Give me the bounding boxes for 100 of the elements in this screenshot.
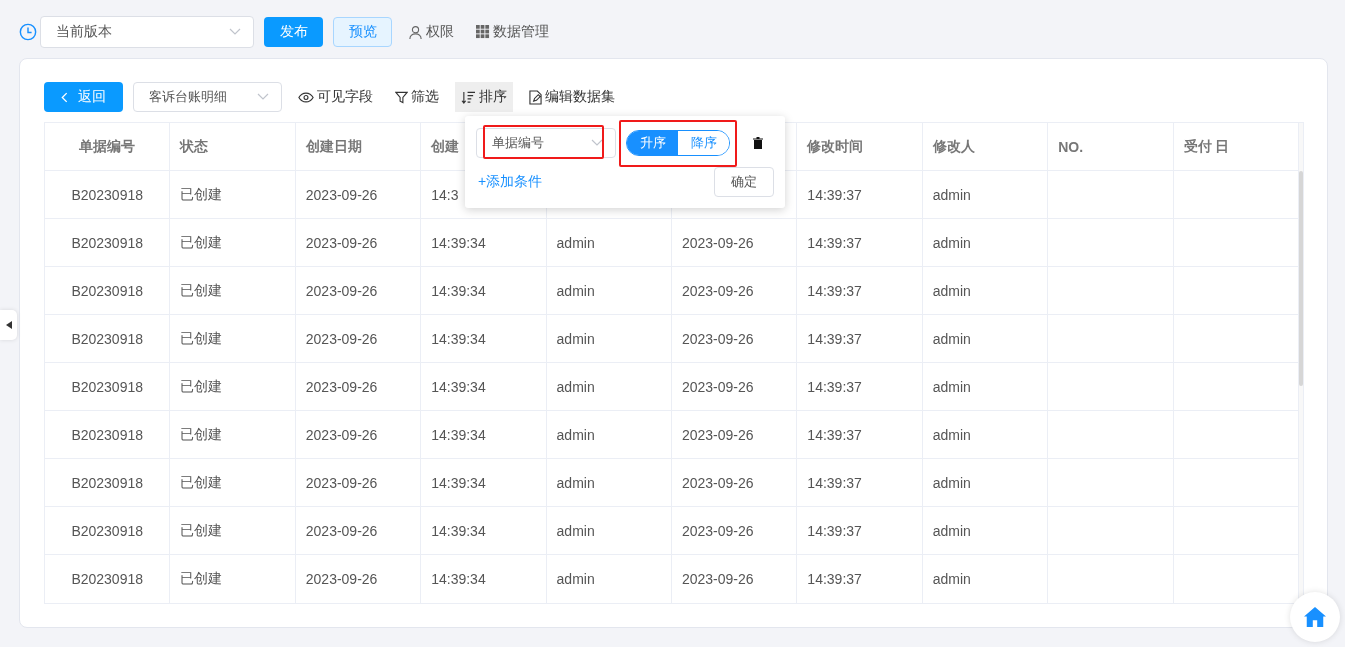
- table-cell: 2023-09-26: [305, 426, 378, 443]
- table-cell: 14:39:34: [431, 474, 486, 491]
- toolbar-button[interactable]: 可见字段: [292, 82, 379, 112]
- table-cell: admin: [932, 330, 971, 347]
- table-cell: 14:39:37: [807, 522, 862, 539]
- table-cell: 2023-09-26: [305, 186, 378, 203]
- table-cell: 14:39:37: [807, 234, 862, 251]
- table-cell: 14:39:34: [431, 571, 486, 587]
- table-cell: 14:39:37: [807, 571, 862, 587]
- table-cell: 已创建: [180, 570, 223, 588]
- table-cell: 已创建: [180, 281, 223, 300]
- table-cell: 已创建: [180, 233, 223, 252]
- trash-icon[interactable]: [753, 137, 763, 149]
- table-cell: admin: [932, 474, 971, 491]
- triangle-left-icon: [5, 321, 12, 329]
- toolbar-button[interactable]: 排序: [455, 82, 513, 112]
- data-management-button[interactable]: 数据管理: [470, 23, 555, 41]
- table-cell: 2023-09-26: [305, 522, 378, 539]
- table-cell: 2023-09-26: [305, 378, 378, 395]
- chevron-left-icon: [61, 91, 68, 103]
- table-cell: 14:3: [431, 186, 459, 203]
- collapse-tab[interactable]: [0, 310, 17, 340]
- table-cell: 已创建: [180, 521, 223, 540]
- table-cell: B20230918: [71, 522, 143, 539]
- column-header: 修改时间: [807, 137, 864, 156]
- table-cell: admin: [556, 378, 595, 395]
- filter-icon: [395, 90, 408, 104]
- table-cell: admin: [556, 426, 595, 443]
- table-cell: B20230918: [71, 474, 143, 491]
- table-cell: 已创建: [180, 473, 223, 492]
- table-cell: admin: [932, 234, 971, 251]
- permission-button[interactable]: 权限: [402, 23, 460, 41]
- table-cell: B20230918: [71, 378, 143, 395]
- column-header: 受付 日: [1183, 137, 1230, 156]
- table-cell: 14:39:37: [807, 282, 862, 299]
- table-cell: admin: [932, 571, 971, 587]
- table-cell: admin: [932, 378, 971, 395]
- table-cell: 已创建: [180, 329, 223, 348]
- clock-icon: [19, 23, 37, 41]
- table-cell: B20230918: [71, 282, 143, 299]
- table-cell: 2023-09-26: [681, 234, 754, 251]
- table-cell: 14:39:37: [807, 186, 862, 203]
- table-cell: 已创建: [180, 185, 223, 204]
- table-cell: 14:39:37: [807, 474, 862, 491]
- chevron-down-icon: [257, 93, 269, 101]
- table-cell: 2023-09-26: [681, 522, 754, 539]
- table-cell: 2023-09-26: [305, 330, 378, 347]
- table-cell: 2023-09-26: [305, 282, 378, 299]
- eye-icon: [298, 91, 314, 103]
- table-cell: admin: [556, 282, 595, 299]
- table-cell: 14:39:34: [431, 234, 486, 251]
- table-cell: 14:39:34: [431, 330, 486, 347]
- table-cell: 14:39:37: [807, 330, 862, 347]
- confirm-button[interactable]: 确定: [714, 167, 774, 197]
- table-cell: B20230918: [71, 234, 143, 251]
- column-header: 状态: [180, 137, 209, 156]
- table-cell: admin: [932, 186, 971, 203]
- table-cell: admin: [556, 330, 595, 347]
- dataset-select[interactable]: 客诉台账明细: [133, 82, 282, 112]
- table-cell: admin: [556, 474, 595, 491]
- user-icon: [408, 24, 423, 40]
- table-cell: admin: [556, 234, 595, 251]
- home-button[interactable]: [1290, 592, 1340, 642]
- table-cell: admin: [932, 426, 971, 443]
- table-cell: 已创建: [180, 425, 223, 444]
- table-cell: admin: [556, 571, 595, 587]
- table-cell: 2023-09-26: [681, 426, 754, 443]
- sort-icon: [461, 90, 476, 104]
- table-cell: 14:39:34: [431, 522, 486, 539]
- column-header: 单据编号: [79, 137, 136, 156]
- chevron-down-icon: [229, 28, 241, 36]
- table-cell: B20230918: [71, 571, 143, 587]
- edit-document-icon: [529, 89, 542, 105]
- table-cell: 2023-09-26: [681, 378, 754, 395]
- column-header: NO.: [1058, 138, 1083, 155]
- toolbar-button[interactable]: 编辑数据集: [523, 82, 621, 112]
- column-header: 修改人: [932, 137, 975, 156]
- table-cell: B20230918: [71, 186, 143, 203]
- table-cell: B20230918: [71, 426, 143, 443]
- table-cell: 2023-09-26: [681, 571, 754, 587]
- table-cell: admin: [556, 522, 595, 539]
- table-cell: 2023-09-26: [681, 282, 754, 299]
- table-cell: 14:39:34: [431, 282, 486, 299]
- grid-icon: [476, 25, 490, 39]
- table-cell: 14:39:37: [807, 426, 862, 443]
- chevron-down-icon: [591, 139, 603, 147]
- table-cell: 14:39:34: [431, 378, 486, 395]
- version-select[interactable]: 当前版本: [40, 16, 254, 48]
- scrollbar-thumb[interactable]: [1298, 171, 1303, 386]
- field-select[interactable]: 单据编号: [476, 128, 616, 158]
- table-cell: 2023-09-26: [305, 571, 378, 587]
- table-cell: 2023-09-26: [681, 330, 754, 347]
- table-cell: admin: [932, 522, 971, 539]
- table-cell: 2023-09-26: [305, 234, 378, 251]
- toolbar-button[interactable]: 筛选: [389, 82, 445, 112]
- table-cell: 2023-09-26: [305, 474, 378, 491]
- table-cell: 14:39:34: [431, 426, 486, 443]
- home-icon: [1304, 607, 1326, 627]
- table-cell: B20230918: [71, 330, 143, 347]
- table-cell: 2023-09-26: [681, 474, 754, 491]
